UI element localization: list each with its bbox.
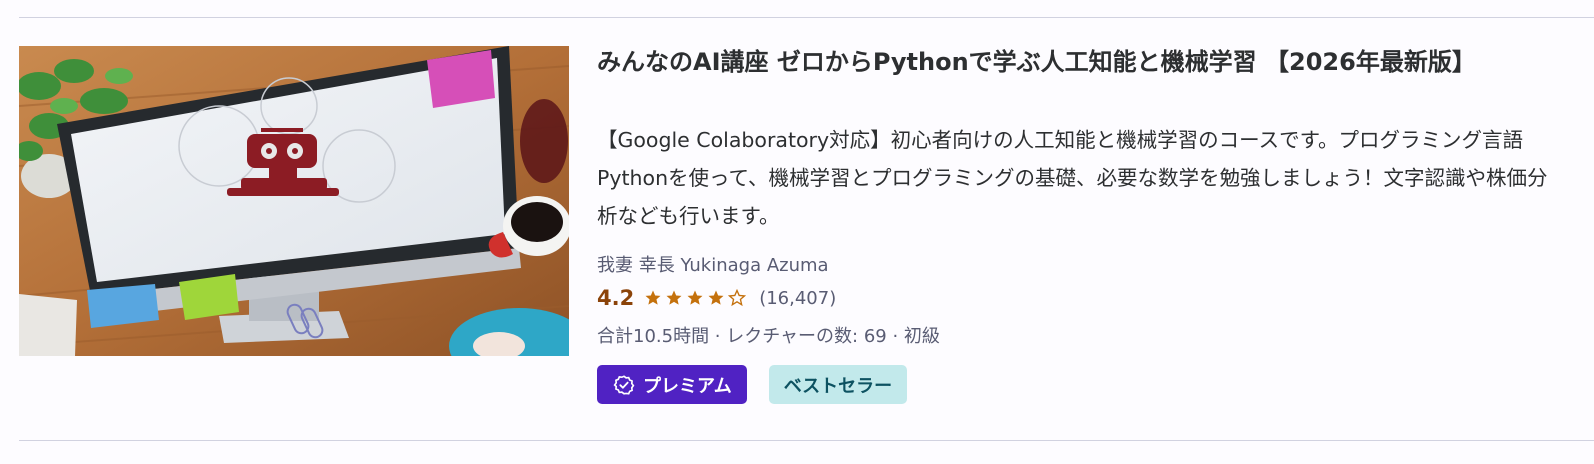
verified-badge-icon — [613, 374, 635, 396]
star-half-icon — [728, 289, 747, 307]
course-description: 【Google Colaboratory対応】初心者向けの人工知能と機械学習のコ… — [597, 128, 1548, 228]
rating-row: 4.2 (16,407) — [597, 283, 836, 313]
rating-count: (16,407) — [759, 287, 837, 309]
top-divider — [19, 17, 1594, 18]
badge-row: プレミアム ベストセラー — [597, 365, 908, 404]
course-card[interactable]: みんなのAI講座 ゼロからPythonで学ぶ人工知能と機械学習 【2026年最新… — [19, 46, 1579, 416]
rating-value: 4.2 — [597, 286, 635, 310]
premium-badge-label: プレミアム — [643, 375, 732, 397]
instructor-name: 我妻 幸長 Yukinaga Azuma — [597, 255, 829, 276]
premium-badge: プレミアム — [597, 365, 747, 404]
course-thumbnail[interactable] — [19, 46, 569, 356]
course-meta: 合計10.5時間 · レクチャーの数: 69 · 初級 — [597, 326, 940, 347]
bestseller-badge: ベストセラー — [768, 365, 908, 404]
bottom-divider — [19, 440, 1594, 441]
robot-on-monitor-image — [19, 46, 569, 356]
bestseller-badge-label: ベストセラー — [783, 375, 893, 397]
course-title[interactable]: みんなのAI講座 ゼロからPythonで学ぶ人工知能と機械学習 【2026年最新… — [597, 46, 1557, 79]
star-filled-icon — [644, 289, 662, 307]
star-rating — [644, 289, 749, 307]
star-filled-icon — [665, 289, 683, 307]
star-filled-icon — [686, 289, 704, 307]
star-filled-icon — [707, 289, 725, 307]
